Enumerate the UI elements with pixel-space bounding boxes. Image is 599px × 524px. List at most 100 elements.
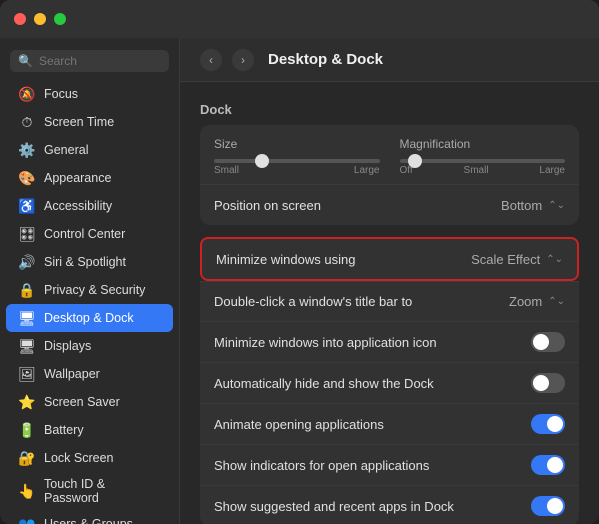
sidebar-item-general[interactable]: ⚙️ General <box>6 136 173 164</box>
appearance-icon: 🎨 <box>18 169 36 187</box>
indicators-toggle[interactable] <box>531 455 565 475</box>
minimize-app-icon-row: Minimize windows into application icon <box>200 322 579 363</box>
autohide-toggle[interactable] <box>531 373 565 393</box>
size-slider-labels: Small Large <box>214 165 380 176</box>
indicators-label: Show indicators for open applications <box>214 458 429 473</box>
sidebar-item-accessibility[interactable]: ♿ Accessibility <box>6 192 173 220</box>
battery-icon: 🔋 <box>18 421 36 439</box>
close-button[interactable] <box>14 13 26 25</box>
minimize-app-label: Minimize windows into application icon <box>214 335 437 350</box>
position-chevron-icon: ⌃⌄ <box>548 200 565 211</box>
dock-options-card: Double-click a window's title bar to Zoo… <box>200 281 579 524</box>
sidebar-item-touch-id[interactable]: 👆 Touch ID & Password <box>6 472 173 510</box>
sidebar-item-displays[interactable]: 🖥 Displays <box>6 332 173 360</box>
mag-small-label: Small <box>464 165 489 176</box>
screen-saver-icon: ⭐ <box>18 393 36 411</box>
focus-icon: 🔕 <box>18 85 36 103</box>
sidebar-item-wallpaper[interactable]: 🖼 Wallpaper <box>6 360 173 388</box>
position-value[interactable]: Bottom ⌃⌄ <box>501 198 565 213</box>
sidebar-item-label: Screen Time <box>44 115 114 129</box>
main-header: ‹ › Desktop & Dock <box>180 38 599 82</box>
indicators-toggle-knob <box>547 457 563 473</box>
suggested-toggle-knob <box>547 498 563 514</box>
suggested-toggle[interactable] <box>531 496 565 516</box>
double-click-value[interactable]: Zoom ⌃⌄ <box>509 294 565 309</box>
search-icon: 🔍 <box>18 54 33 68</box>
sidebar-item-focus[interactable]: 🔕 Focus <box>6 80 173 108</box>
sidebar-item-appearance[interactable]: 🎨 Appearance <box>6 164 173 192</box>
position-value-text: Bottom <box>501 198 542 213</box>
suggested-label: Show suggested and recent apps in Dock <box>214 499 454 514</box>
minimize-windows-row: Minimize windows using Scale Effect ⌃⌄ <box>202 239 577 279</box>
sidebar-item-label: Lock Screen <box>44 451 113 465</box>
sidebar-item-privacy[interactable]: 🔒 Privacy & Security <box>6 276 173 304</box>
minimize-windows-card: Minimize windows using Scale Effect ⌃⌄ <box>200 237 579 281</box>
sidebar-item-siri[interactable]: 🔊 Siri & Spotlight <box>6 248 173 276</box>
sidebar-item-label: Control Center <box>44 227 125 241</box>
sidebar-item-lock-screen[interactable]: 🔐 Lock Screen <box>6 444 173 472</box>
maximize-button[interactable] <box>54 13 66 25</box>
dock-sliders-card: Size Small Large Magnification <box>200 125 579 225</box>
sidebar-item-label: Focus <box>44 87 78 101</box>
minimize-label: Minimize windows using <box>216 252 355 267</box>
content-area: 🔍 🔕 Focus ⏱ Screen Time ⚙️ General 🎨 App… <box>0 38 599 524</box>
sidebar-item-users-groups[interactable]: 👥 Users & Groups <box>6 510 173 524</box>
sidebar-item-label: General <box>44 143 88 157</box>
displays-icon: 🖥 <box>18 337 36 355</box>
mag-slider-track[interactable] <box>400 159 566 163</box>
size-slider-track[interactable] <box>214 159 380 163</box>
main-panel: ‹ › Desktop & Dock Dock Size <box>180 38 599 524</box>
sidebar-item-label: Appearance <box>44 171 111 185</box>
search-input[interactable] <box>39 54 161 68</box>
sidebar-item-label: Touch ID & Password <box>44 477 161 505</box>
sidebar-item-label: Accessibility <box>44 199 112 213</box>
slider-section: Size Small Large Magnification <box>200 125 579 185</box>
double-click-value-text: Zoom <box>509 294 542 309</box>
mag-slider-thumb[interactable] <box>408 154 422 168</box>
size-slider-group: Size Small Large <box>214 137 380 176</box>
sliders-row: Size Small Large Magnification <box>214 137 565 176</box>
sidebar-item-label: Privacy & Security <box>44 283 145 297</box>
magnification-label: Magnification <box>400 137 566 151</box>
control-center-icon: 🎛 <box>18 225 36 243</box>
sidebar-item-label: Screen Saver <box>44 395 120 409</box>
search-bar[interactable]: 🔍 <box>10 50 169 72</box>
autohide-toggle-knob <box>533 375 549 391</box>
sidebar: 🔍 🔕 Focus ⏱ Screen Time ⚙️ General 🎨 App… <box>0 38 180 524</box>
mag-large-label: Large <box>539 165 565 176</box>
sidebar-item-desktop-dock[interactable]: 🖥 Desktop & Dock <box>6 304 173 332</box>
animate-toggle-knob <box>547 416 563 432</box>
minimize-value[interactable]: Scale Effect ⌃⌄ <box>471 252 563 267</box>
main-window: 🔍 🔕 Focus ⏱ Screen Time ⚙️ General 🎨 App… <box>0 0 599 524</box>
general-icon: ⚙️ <box>18 141 36 159</box>
sidebar-item-label: Wallpaper <box>44 367 100 381</box>
minimize-app-toggle[interactable] <box>531 332 565 352</box>
accessibility-icon: ♿ <box>18 197 36 215</box>
autohide-label: Automatically hide and show the Dock <box>214 376 434 391</box>
sidebar-item-label: Siri & Spotlight <box>44 255 126 269</box>
sidebar-item-screen-saver[interactable]: ⭐ Screen Saver <box>6 388 173 416</box>
wallpaper-icon: 🖼 <box>18 365 36 383</box>
autohide-row: Automatically hide and show the Dock <box>200 363 579 404</box>
sidebar-item-control-center[interactable]: 🎛 Control Center <box>6 220 173 248</box>
indicators-row: Show indicators for open applications <box>200 445 579 486</box>
minimize-button[interactable] <box>34 13 46 25</box>
minimize-app-toggle-knob <box>533 334 549 350</box>
size-small-label: Small <box>214 165 239 176</box>
screen-time-icon: ⏱ <box>18 113 36 131</box>
mag-slider-labels: Off Small Large <box>400 165 566 176</box>
siri-icon: 🔊 <box>18 253 36 271</box>
forward-button[interactable]: › <box>232 49 254 71</box>
double-click-label: Double-click a window's title bar to <box>214 294 412 309</box>
sidebar-item-battery[interactable]: 🔋 Battery <box>6 416 173 444</box>
sidebar-item-label: Battery <box>44 423 84 437</box>
back-button[interactable]: ‹ <box>200 49 222 71</box>
touch-id-icon: 👆 <box>18 482 36 500</box>
lock-screen-icon: 🔐 <box>18 449 36 467</box>
page-title: Desktop & Dock <box>268 51 383 68</box>
sidebar-item-screen-time[interactable]: ⏱ Screen Time <box>6 108 173 136</box>
double-click-row: Double-click a window's title bar to Zoo… <box>200 282 579 322</box>
sidebar-item-label: Displays <box>44 339 91 353</box>
animate-toggle[interactable] <box>531 414 565 434</box>
sidebar-item-label: Desktop & Dock <box>44 311 134 325</box>
